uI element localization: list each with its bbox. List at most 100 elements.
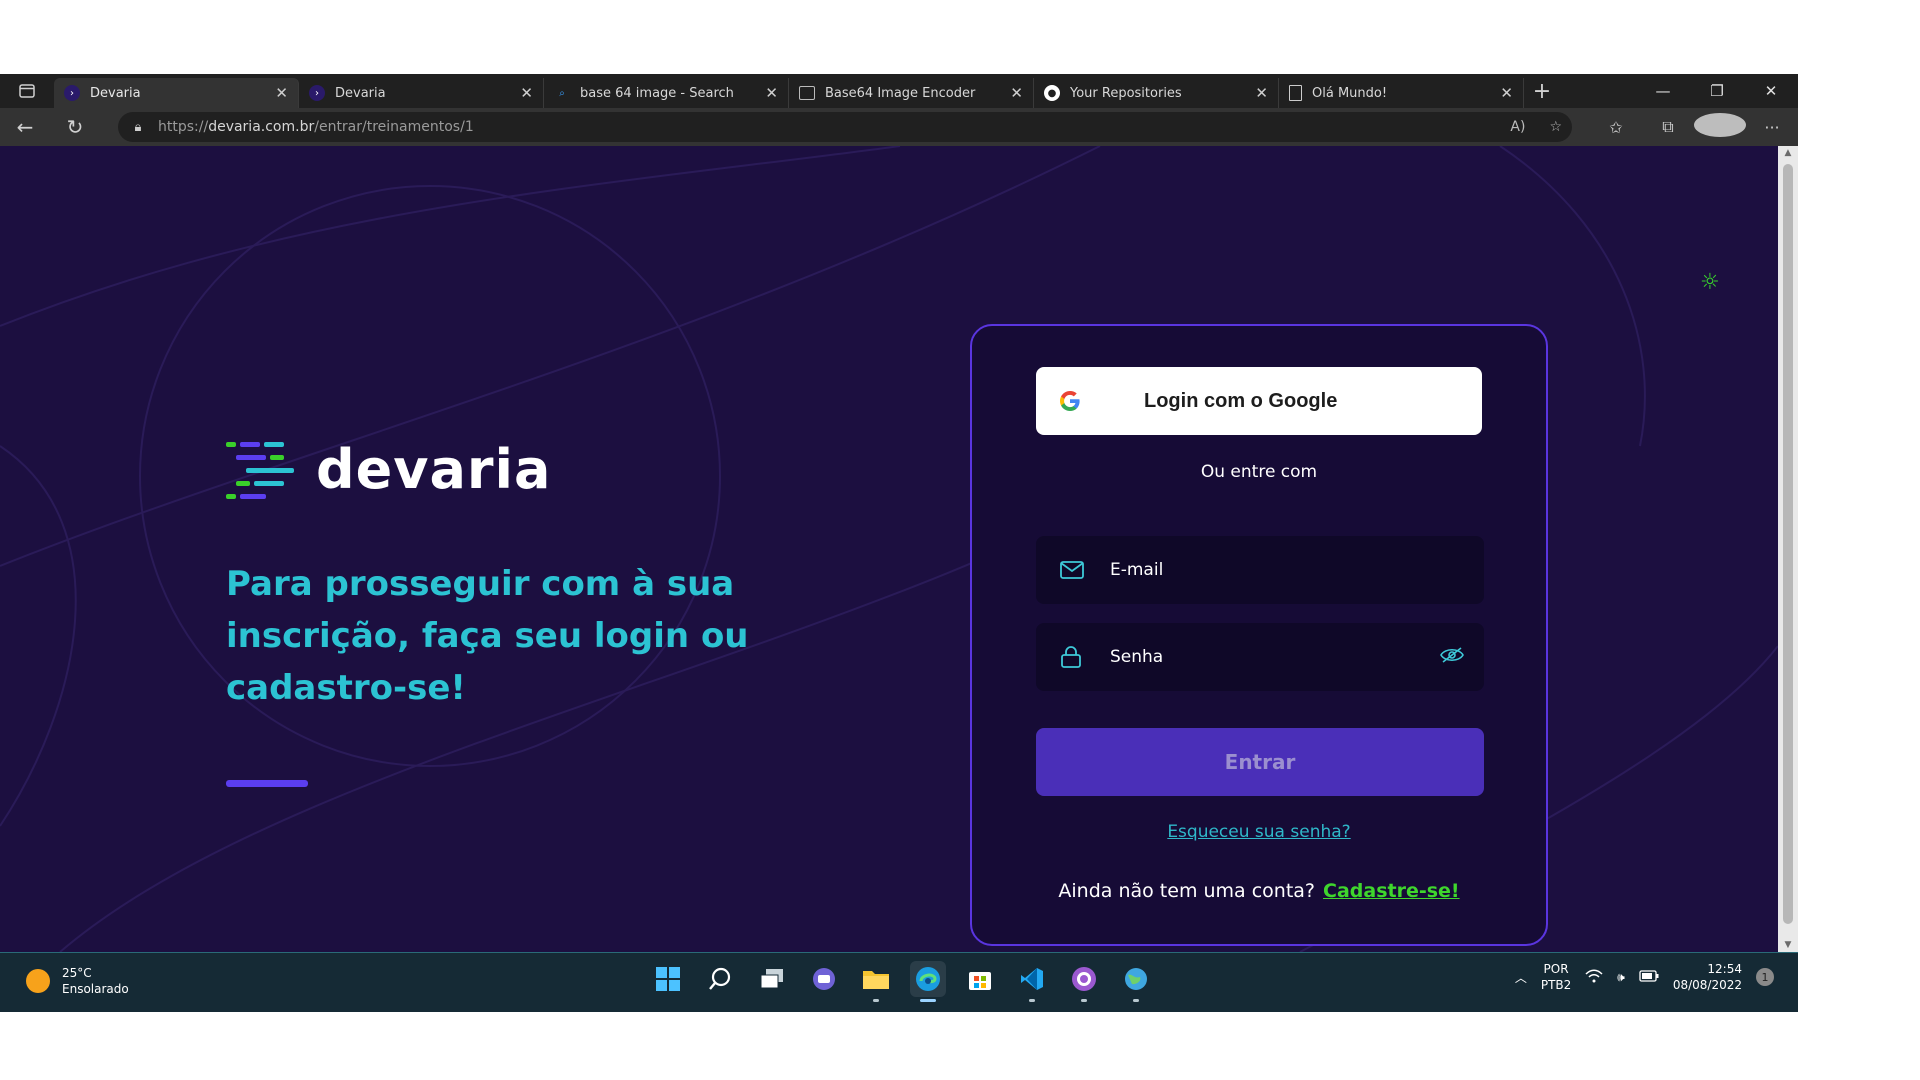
battery-icon[interactable]	[1639, 969, 1659, 985]
close-window-icon[interactable]: ✕	[1744, 74, 1798, 108]
weather-description: Ensolarado	[62, 982, 129, 996]
devaria-logo-mark-icon	[226, 441, 294, 499]
show-hidden-icons-chevron-icon[interactable]: ︿	[1515, 969, 1527, 986]
password-field[interactable]: Senha	[1036, 623, 1484, 691]
page-favicon-icon	[1289, 85, 1302, 101]
vertical-scrollbar[interactable]: ▲ ▼	[1778, 146, 1798, 952]
new-tab-button[interactable]: +	[1524, 79, 1560, 104]
google-login-label: Login com o Google	[1144, 389, 1338, 412]
mail-icon	[1060, 561, 1086, 579]
theme-toggle-sun-icon[interactable]: ☼	[1700, 270, 1720, 295]
tab-title: Devaria	[90, 85, 141, 101]
close-tab-icon[interactable]: ✕	[1500, 84, 1513, 102]
hide-password-eye-icon[interactable]	[1440, 646, 1464, 669]
more-options-icon[interactable]: ···	[1746, 118, 1798, 137]
system-tray: ︿ POR PTB2 🕪︎ 12:54 08/08/2022 1	[1515, 961, 1774, 993]
search-favicon-icon: ⌕	[559, 87, 565, 99]
windows-start-icon	[656, 967, 680, 991]
devaria-favicon-icon: ›	[64, 85, 80, 101]
tab-title: Your Repositories	[1070, 85, 1182, 101]
store-icon	[969, 972, 991, 990]
add-favorite-icon[interactable]: ☆	[1549, 119, 1562, 135]
file-explorer-button[interactable]	[858, 961, 894, 1002]
tab-bar: › Devaria ✕ › Devaria ✕ ⌕ base 64 image …	[0, 74, 1798, 108]
url-text: https://devaria.com.br/entrar/treinament…	[158, 119, 474, 135]
refresh-button[interactable]: ↻	[50, 108, 100, 146]
tab-title: Olá Mundo!	[1312, 85, 1388, 101]
tab-actions-icon	[19, 84, 35, 98]
restore-icon[interactable]: ❐	[1690, 74, 1744, 108]
folder-icon	[863, 971, 889, 989]
tab-title: base 64 image - Search	[580, 85, 734, 101]
minimize-icon[interactable]: —	[1636, 74, 1690, 108]
weather-widget[interactable]: 25°C Ensolarado	[26, 965, 129, 997]
wifi-icon[interactable]	[1585, 969, 1603, 986]
search-button[interactable]	[702, 961, 738, 997]
refresh-icon: ↻	[66, 115, 84, 139]
tab-github[interactable]: ● Your Repositories ✕	[1034, 78, 1279, 108]
vscode-icon	[1021, 968, 1043, 990]
github-favicon-icon: ●	[1044, 85, 1060, 101]
lock-icon	[1060, 646, 1086, 668]
tab-actions-menu[interactable]	[0, 74, 54, 108]
login-card: Login com o Google Ou entre com E-mail S…	[970, 324, 1548, 946]
tab-image-encoder[interactable]: Base64 Image Encoder ✕	[789, 78, 1034, 108]
devaria-favicon-icon: ›	[309, 85, 325, 101]
scrollbar-thumb[interactable]	[1783, 164, 1793, 924]
task-view-icon	[760, 969, 783, 989]
clock[interactable]: 12:54 08/08/2022	[1673, 961, 1742, 993]
teams-chat-button[interactable]	[806, 961, 842, 997]
address-toolbar: ← ↻ 🔒︎ https://devaria.com.br/entrar/tre…	[0, 108, 1798, 146]
start-button[interactable]	[650, 961, 686, 997]
scroll-down-icon[interactable]: ▼	[1778, 940, 1798, 950]
address-bar[interactable]: 🔒︎ https://devaria.com.br/entrar/treinam…	[118, 112, 1572, 142]
globe-app-icon	[1125, 968, 1147, 990]
back-button[interactable]: ←	[0, 108, 50, 146]
sun-weather-icon	[26, 969, 50, 993]
volume-icon[interactable]: 🕪︎	[1617, 970, 1625, 985]
tab-ola-mundo[interactable]: Olá Mundo! ✕	[1279, 78, 1524, 108]
close-tab-icon[interactable]: ✕	[275, 84, 288, 102]
collections-icon[interactable]: ⧉	[1642, 117, 1694, 137]
running-indicator	[873, 999, 879, 1002]
google-login-button[interactable]: Login com o Google	[1036, 367, 1482, 435]
forgot-password-link[interactable]: Esqueceu sua senha?	[972, 822, 1546, 842]
notification-badge[interactable]: 1	[1756, 968, 1774, 986]
edge-browser-button[interactable]	[910, 961, 946, 1002]
github-desktop-button[interactable]	[1066, 961, 1102, 1002]
active-indicator	[920, 999, 936, 1002]
tab-search[interactable]: ⌕ base 64 image - Search ✕	[544, 78, 789, 108]
close-tab-icon[interactable]: ✕	[1255, 84, 1268, 102]
windows-taskbar: 25°C Ensolarado ︿ POR PTB2 🕪︎ 12:54 08/0…	[0, 952, 1798, 1012]
image-favicon-icon	[799, 86, 815, 100]
task-view-button[interactable]	[754, 961, 790, 997]
logo-text: devaria	[316, 438, 552, 501]
submit-login-button[interactable]: Entrar	[1036, 728, 1484, 796]
tab-title: Devaria	[335, 85, 386, 101]
running-indicator	[1133, 999, 1139, 1002]
browser-tools: ✩ ⧉ ···	[1590, 108, 1798, 146]
back-arrow-icon: ←	[16, 115, 34, 139]
profile-button[interactable]	[1694, 113, 1746, 141]
address-bar-actions: A) ☆	[1510, 112, 1562, 142]
password-placeholder: Senha	[1110, 647, 1164, 667]
signup-link[interactable]: Cadastre-se!	[1323, 880, 1460, 902]
search-icon	[709, 967, 731, 990]
close-tab-icon[interactable]: ✕	[1010, 84, 1023, 102]
vscode-button[interactable]	[1014, 961, 1050, 1002]
favorites-icon[interactable]: ✩	[1590, 118, 1642, 137]
tab-devaria-2[interactable]: › Devaria ✕	[299, 78, 544, 108]
github-desktop-icon	[1072, 967, 1096, 991]
store-button[interactable]	[962, 961, 998, 997]
keyboard-layout: PTB2	[1540, 978, 1572, 992]
read-aloud-icon[interactable]: A)	[1510, 119, 1525, 135]
tab-devaria-1[interactable]: › Devaria ✕	[54, 78, 299, 108]
edge-icon	[916, 967, 940, 991]
network-app-button[interactable]	[1118, 961, 1154, 1002]
scroll-up-icon[interactable]: ▲	[1778, 148, 1798, 158]
running-indicator	[1029, 999, 1035, 1002]
email-field[interactable]: E-mail	[1036, 536, 1484, 604]
close-tab-icon[interactable]: ✕	[765, 84, 778, 102]
input-language[interactable]: POR PTB2	[1541, 961, 1571, 993]
close-tab-icon[interactable]: ✕	[520, 84, 533, 102]
